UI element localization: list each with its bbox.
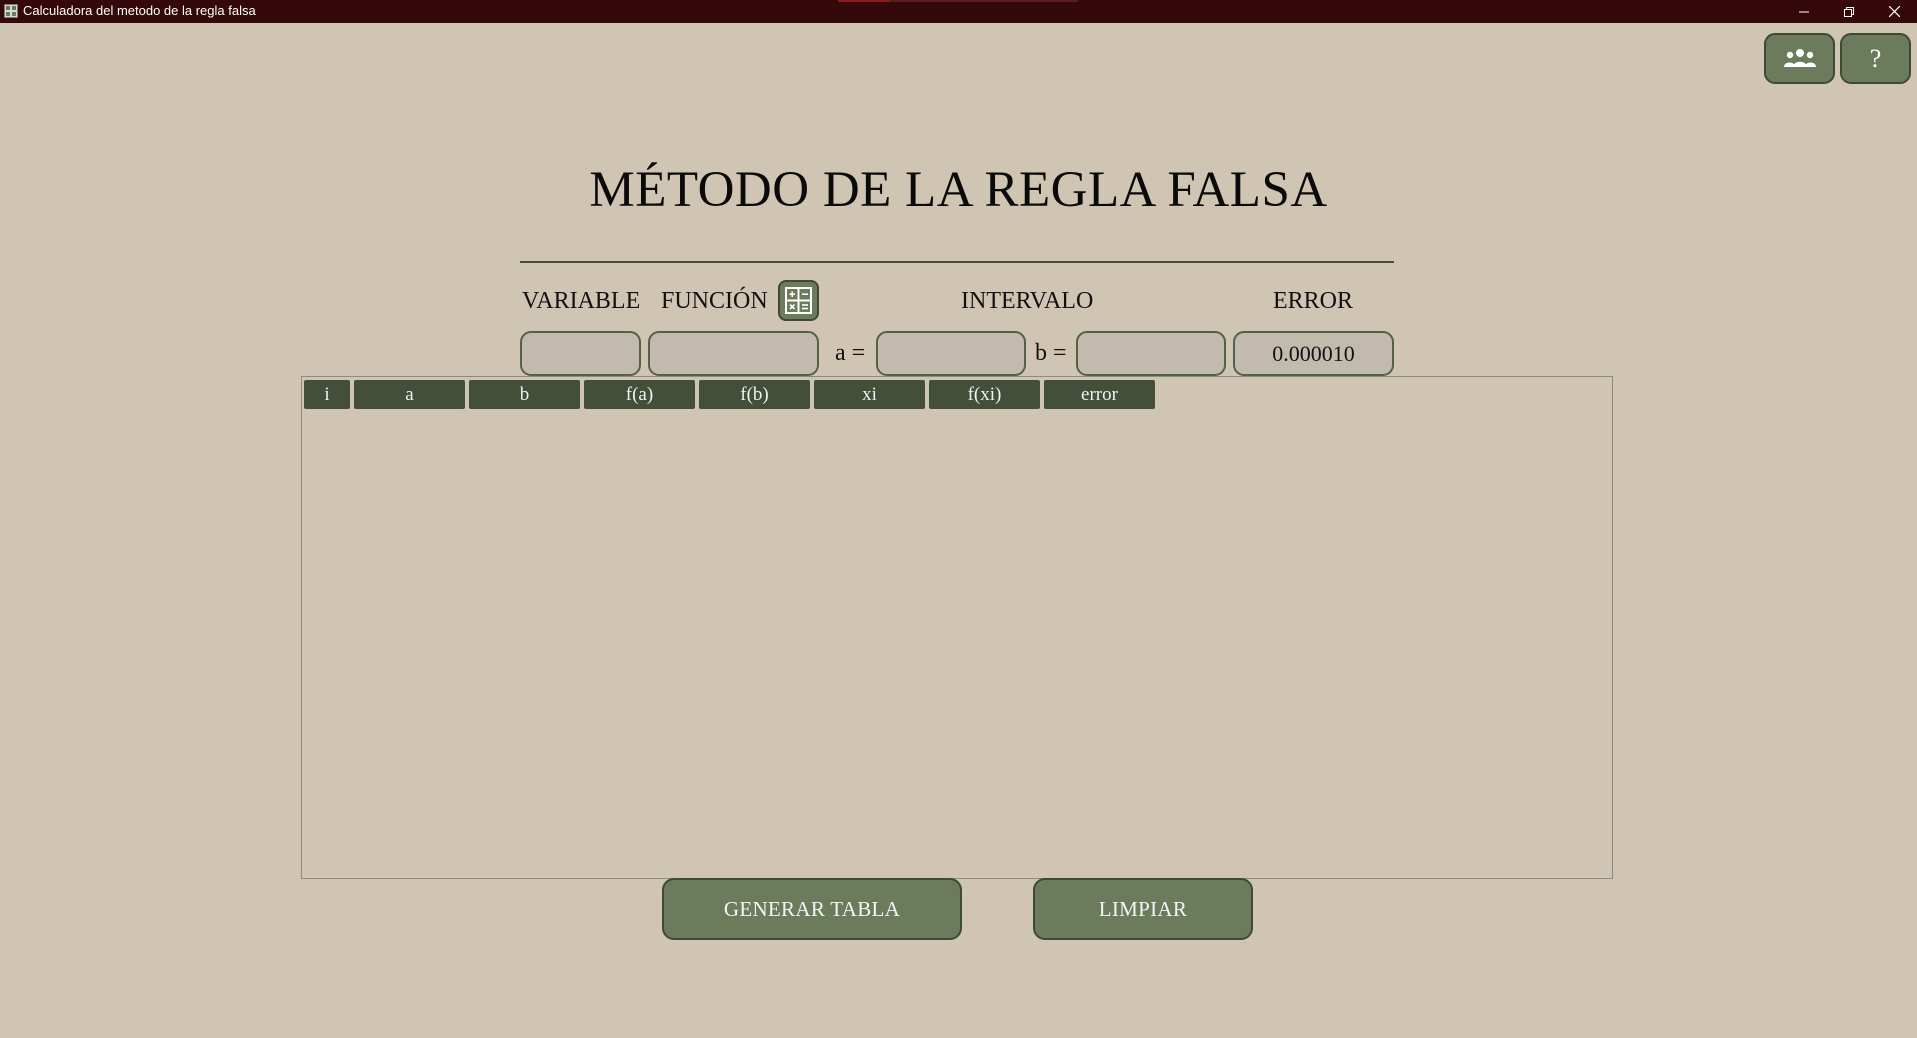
title-divider [520, 261, 1394, 263]
column-header-a: a [354, 380, 465, 409]
page-title: MÉTODO DE LA REGLA FALSA [589, 162, 1328, 218]
restore-button[interactable] [1826, 0, 1872, 23]
results-table: i a b f(a) f(b) xi f(xi) error [301, 376, 1613, 879]
error-label: ERROR [1273, 288, 1354, 314]
a-input[interactable] [876, 331, 1026, 376]
restore-icon [1844, 6, 1854, 17]
b-input[interactable] [1076, 331, 1226, 376]
a-label: a = [835, 340, 866, 366]
variable-label: VARIABLE [522, 288, 641, 314]
close-icon [1888, 6, 1900, 17]
column-header-i: i [304, 380, 350, 409]
team-icon [1783, 48, 1816, 67]
app-icon [4, 4, 18, 18]
funcion-input[interactable] [648, 331, 819, 376]
column-header-error: error [1044, 380, 1155, 409]
column-header-b: b [469, 380, 580, 409]
close-button[interactable] [1871, 0, 1917, 23]
variable-input[interactable] [520, 331, 641, 376]
generate-table-button[interactable]: GENERAR TABLA [662, 878, 962, 940]
window-titlebar: Calculadora del metodo de la regla falsa [0, 0, 1917, 23]
column-header-fxi: f(xi) [929, 380, 1040, 409]
clear-label: LIMPIAR [1098, 896, 1188, 921]
intervalo-label: INTERVALO [961, 288, 1094, 314]
window-title: Calculadora del metodo de la regla falsa [23, 3, 256, 18]
team-button[interactable] [1764, 33, 1835, 84]
minimize-icon [1799, 11, 1809, 12]
funcion-label: FUNCIÓN [661, 288, 768, 314]
b-label: b = [1035, 340, 1067, 366]
clear-button[interactable]: LIMPIAR [1033, 878, 1253, 940]
help-label: ? [1869, 43, 1882, 73]
calculator-icon [785, 287, 812, 314]
help-button[interactable]: ? [1840, 33, 1911, 84]
column-header-fa: f(a) [584, 380, 695, 409]
titlebar-accent [838, 0, 1078, 2]
generate-table-label: GENERAR TABLA [723, 896, 901, 921]
column-header-xi: xi [814, 380, 925, 409]
column-header-fb: f(b) [699, 380, 810, 409]
function-keyboard-button[interactable] [778, 280, 819, 321]
error-input[interactable] [1233, 331, 1394, 376]
minimize-button[interactable] [1781, 0, 1827, 23]
